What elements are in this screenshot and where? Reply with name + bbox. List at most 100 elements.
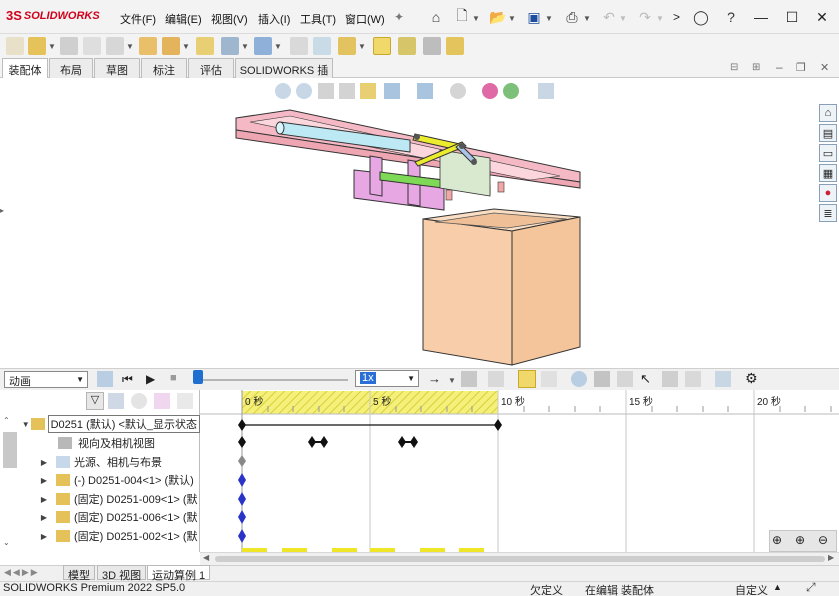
minimize-button[interactable]: — [751, 7, 771, 27]
results-plots-icon[interactable] [715, 371, 731, 387]
chevron-down-icon[interactable]: ▼ [182, 42, 190, 51]
doc-minimize-icon[interactable]: – [776, 60, 783, 74]
tree-item[interactable]: ▶ (固定) D0251-002<1> (默 [38, 527, 200, 545]
playback-slider-thumb[interactable] [193, 370, 203, 384]
chevron-down-icon[interactable]: ▼ [126, 42, 134, 51]
view-palette-icon[interactable]: ▦ [819, 164, 837, 182]
pin-icon[interactable]: ✦ [394, 10, 404, 24]
tree-item[interactable]: ▶ (-) D0251-004<1> (默认) [38, 471, 200, 489]
expand-arrow-icon[interactable]: ▶ [38, 513, 50, 522]
menu-edit[interactable]: 编辑(E) [165, 11, 202, 27]
stop-icon[interactable]: ■ [170, 372, 177, 384]
appearances-icon[interactable]: ● [819, 184, 837, 202]
scroll-right-icon[interactable]: ▶ [828, 553, 834, 562]
smart-fastener-icon[interactable] [6, 37, 24, 55]
instant3d-icon[interactable] [373, 37, 391, 55]
custom-properties-icon[interactable]: ≣ [819, 204, 837, 222]
scroll-left-icon[interactable]: ◀ [203, 553, 209, 562]
chevron-down-icon[interactable]: ▼ [545, 14, 553, 23]
reference-geometry-icon[interactable] [254, 37, 272, 55]
doc-close-icon[interactable]: ✕ [820, 61, 829, 74]
edit-appearance-icon[interactable] [482, 83, 498, 99]
mate-icon[interactable] [60, 37, 78, 55]
add-key-icon[interactable] [541, 371, 557, 387]
assembly-model[interactable] [230, 100, 610, 368]
damper-icon[interactable] [617, 371, 633, 387]
home-icon[interactable]: ⌂ [427, 8, 445, 26]
panel-expand-icon[interactable]: ⊞ [752, 62, 760, 73]
zoom-out-timeline-icon[interactable]: ⊖ [818, 533, 828, 547]
tree-root[interactable]: ▼ D0251 (默认) <默认_显示状态 [20, 415, 200, 433]
menu-file[interactable]: 文件(F) [120, 11, 156, 27]
tab-assembly[interactable]: 装配体 [2, 58, 48, 78]
chevron-down-icon[interactable]: ▼ [358, 42, 366, 51]
user-icon[interactable]: ◯ [692, 8, 710, 26]
zoom-in-timeline-icon[interactable]: ⊕ [795, 533, 805, 547]
tree-item[interactable]: ▶ (固定) D0251-009<1> (默 [38, 490, 200, 508]
exploded-view-icon[interactable] [338, 37, 356, 55]
contact-icon[interactable] [662, 371, 678, 387]
side-collapse-icon[interactable]: ▸ [0, 206, 4, 215]
scroll-up-icon[interactable]: ⌃ [3, 416, 17, 428]
tree-item[interactable]: ▶ 光源、相机与布景 [38, 453, 200, 471]
expand-arrow-icon[interactable]: ▶ [38, 458, 50, 467]
chevron-down-icon[interactable]: ▼ [448, 376, 456, 385]
menu-tools[interactable]: 工具(T) [300, 11, 336, 27]
play-from-start-icon[interactable]: ⏮ [122, 372, 133, 387]
show-hidden-icon[interactable] [196, 37, 214, 55]
new-icon[interactable]: 🗋 [453, 7, 471, 26]
filter-driving-icon[interactable] [108, 393, 124, 409]
units-status[interactable]: 自定义 [735, 582, 768, 596]
save-animation-icon[interactable] [461, 371, 477, 387]
open-icon[interactable]: 📂 [489, 8, 507, 26]
panel-collapse-icon[interactable]: ⊟ [730, 62, 738, 73]
playback-slider-track[interactable] [198, 379, 348, 381]
chevron-down-icon[interactable]: ▼ [274, 42, 282, 51]
large-assembly-icon[interactable] [446, 37, 464, 55]
print-icon[interactable]: ⎙ [563, 8, 581, 26]
menu-view[interactable]: 视图(V) [211, 11, 248, 27]
playback-speed-select[interactable]: 1x ▼ [355, 370, 419, 387]
tab-markup[interactable]: 标注 [141, 58, 187, 78]
view-settings-icon[interactable] [538, 83, 554, 99]
hide-show-items-icon[interactable] [450, 83, 466, 99]
file-explorer-icon[interactable]: ▭ [819, 144, 837, 162]
chevron-down-icon[interactable]: ▼ [619, 14, 627, 23]
study-type-select[interactable]: 动画 ▼ [4, 371, 88, 388]
collapse-arrow-icon[interactable]: ▼ [20, 420, 31, 429]
bill-of-materials-icon[interactable] [313, 37, 331, 55]
tab-3d-view[interactable]: 3D 视图 [97, 565, 147, 582]
gravity-icon[interactable] [685, 371, 701, 387]
section-view-icon[interactable] [339, 83, 355, 99]
tree-scrollbar-thumb[interactable] [3, 432, 17, 468]
expand-arrow-icon[interactable]: ▶ [38, 476, 50, 485]
zoom-to-fit-icon[interactable] [275, 83, 291, 99]
playback-mode-icon[interactable]: → [428, 371, 441, 386]
zoom-to-area-icon[interactable] [296, 83, 312, 99]
animation-wizard-icon[interactable] [488, 371, 504, 387]
maximize-button[interactable]: ☐ [782, 7, 802, 27]
apply-scene-icon[interactable] [503, 83, 519, 99]
expand-arrow-icon[interactable]: ▶ [38, 532, 50, 541]
task-pane-home-icon[interactable]: ⌂ [819, 104, 837, 122]
chevron-down-icon[interactable]: ▼ [656, 14, 664, 23]
component-preview-icon[interactable] [83, 37, 101, 55]
linear-pattern-icon[interactable] [106, 37, 124, 55]
undo-icon[interactable]: ↶ [600, 8, 618, 26]
expand-status-icon[interactable]: ⤢ [806, 580, 816, 595]
design-library-icon[interactable]: ▤ [819, 124, 837, 142]
help-icon[interactable]: ? [722, 8, 740, 26]
tab-nav-arrows-icon[interactable]: ◀◀▶▶ [4, 567, 40, 578]
previous-view-icon[interactable] [318, 83, 334, 99]
tab-layout[interactable]: 布局 [49, 58, 93, 78]
chevron-down-icon[interactable]: ▼ [508, 14, 516, 23]
doc-restore-icon[interactable]: ❐ [796, 61, 806, 74]
more-icon[interactable]: > [673, 10, 680, 24]
tab-solidworks-addins[interactable]: SOLIDWORKS 插件 [235, 58, 333, 93]
chevron-up-icon[interactable]: ▲ [773, 582, 782, 592]
tab-evaluate[interactable]: 评估 [188, 58, 234, 78]
tab-motion-study[interactable]: 运动算例 1 [147, 565, 211, 582]
take-snapshot-icon[interactable] [423, 37, 441, 55]
filter-results-icon[interactable] [154, 393, 170, 409]
redo-icon[interactable]: ↷ [636, 8, 654, 26]
